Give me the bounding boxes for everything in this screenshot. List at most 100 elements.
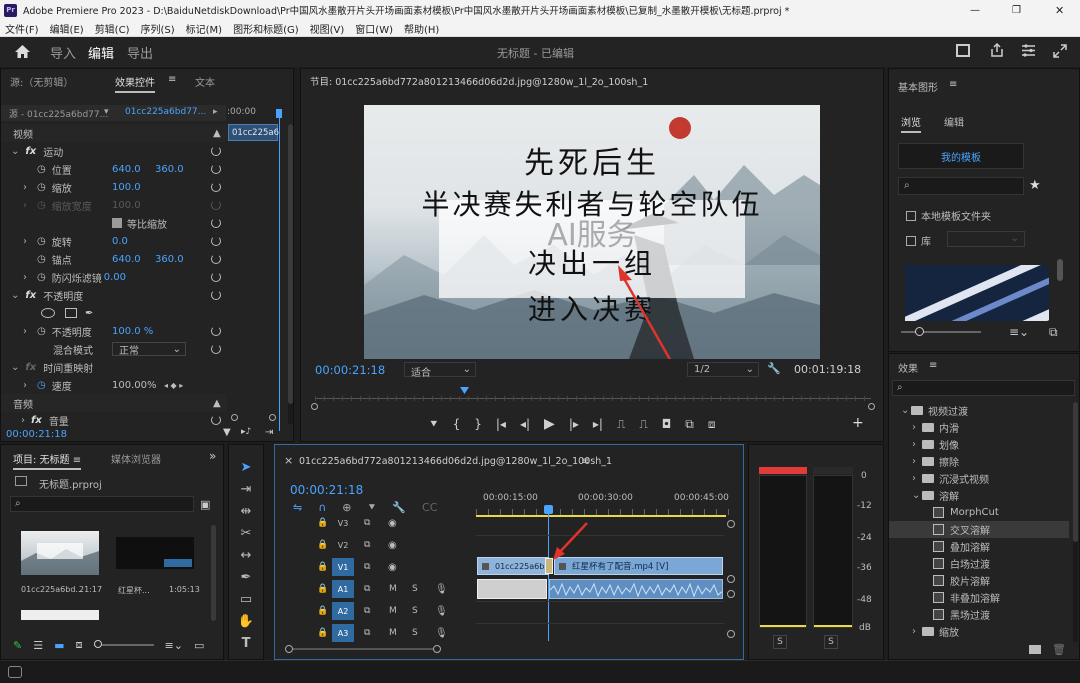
stopwatch-icon[interactable]: ◷ [37,380,46,391]
track-select-tool-icon[interactable]: ⇥ [236,479,256,499]
ec-playhead-handle[interactable] [276,109,282,118]
keyframe-nav-icon[interactable]: ◂ ◆ ▸ [164,381,183,390]
fullscreen-icon[interactable] [1053,44,1067,61]
track-target-v1[interactable]: V1 [332,558,354,576]
workspaces-icon[interactable] [1021,44,1036,60]
effect-item[interactable]: 黑场过渡 [889,606,1069,623]
program-zoom-scrollbar[interactable] [311,403,876,410]
pen-mask-icon[interactable]: ✒ [85,308,93,319]
sequence-tab[interactable]: 01cc225a6bd772a801213466d06d2d.jpg@1280w… [299,456,612,467]
mark-out-icon[interactable]: } [474,417,482,431]
stopwatch-icon[interactable]: ◷ [37,182,46,193]
export-frame-icon[interactable]: ⇥ [265,427,273,438]
uniform-scale-checkbox[interactable] [112,218,122,228]
tab-import[interactable]: 导入 [50,43,76,62]
ec-timecode[interactable]: 00:00:21:18 [6,429,67,440]
effects-folder[interactable]: › 内滑 [889,419,1069,436]
add-button-icon[interactable]: + [852,415,864,431]
close-icon[interactable]: × [284,454,293,467]
my-templates-button[interactable]: 我的模板 [898,143,1024,169]
panel-menu-icon[interactable]: ≡ [949,79,957,90]
chevron-right-icon[interactable]: › [912,422,922,433]
mic-icon[interactable]: 🎙 [435,584,448,595]
new-item-icon[interactable]: ⧉ [1049,325,1058,340]
stopwatch-icon[interactable]: ◷ [37,236,46,247]
maximize-button[interactable]: ❐ [1012,5,1021,16]
chevron-right-icon[interactable]: › [912,626,922,637]
reset-icon[interactable] [211,344,221,354]
mic-icon[interactable]: 🎙 [435,628,448,639]
filter-icon[interactable]: ▼ [223,427,231,438]
menu-sequence[interactable]: 序列(S) [140,21,174,36]
razor-tool-icon[interactable]: ✂ [236,523,256,543]
rotation-value[interactable]: 0.0 [112,236,128,247]
effect-item[interactable]: 非叠加溶解 [889,589,1069,606]
menu-window[interactable]: 窗口(W) [355,21,393,36]
camera-icon[interactable]: ◘ [662,417,672,431]
track-header-a3[interactable]: 🔒 A3 ⧉ M S 🎙 [275,623,475,643]
more-panels-icon[interactable]: » [209,449,216,463]
reset-icon[interactable] [211,326,221,336]
track-header-a2[interactable]: 🔒 A2 ⧉ M S 🎙 [275,601,475,621]
track-header-v2[interactable]: 🔒 V2 ⧉ ◉ [275,535,475,555]
chevron-right-icon[interactable]: › [912,473,922,484]
position-y-value[interactable]: 360.0 [155,164,184,175]
collapse-icon[interactable]: ▲ [213,398,221,409]
new-bin-icon[interactable] [1029,645,1041,654]
find-bin-icon[interactable]: ▣ [200,498,210,511]
play-right-icon[interactable]: ▸ [213,107,218,117]
fit-select[interactable]: 适合 ⌄ [404,362,476,379]
tab-edit-graphics[interactable]: 编辑 [944,114,964,129]
menu-marker[interactable]: 标记(M) [186,21,222,36]
effects-folder[interactable]: › 擦除 [889,453,1069,470]
ripple-edit-tool-icon[interactable]: ⇹ [236,501,256,521]
sync-lock-icon[interactable]: ⧉ [364,606,370,616]
panel-menu-icon[interactable]: ≡ [929,360,937,371]
speed-value[interactable]: 100.00% [112,380,157,391]
solo-left-button[interactable]: S [773,635,787,649]
timeline-vscroll-bottom[interactable] [727,575,735,583]
multicam-icon[interactable]: ⧈ [708,417,716,432]
lock-icon[interactable]: 🔒 [317,518,328,528]
track-header-v1[interactable]: 🔒 V1 ⧉ ◉ [275,557,475,577]
step-forward-icon[interactable]: |▸ [569,417,579,431]
track-header-a1[interactable]: 🔒 A1 ⧉ M S 🎙 [275,579,475,599]
sync-lock-icon[interactable]: ⧉ [364,584,370,594]
program-scrubber[interactable] [315,387,871,403]
home-icon[interactable] [14,44,31,62]
go-to-out-icon[interactable]: ▸| [593,417,603,431]
eye-icon[interactable]: ◉ [388,562,397,573]
reset-icon[interactable] [211,290,221,300]
eg-search-input[interactable]: ⌕ [898,177,1024,195]
new-bin-icon[interactable]: ▭ [194,639,204,652]
v1-clip-image[interactable]: 01cc225a6b [477,557,549,575]
local-folder-checkbox[interactable]: 本地模板文件夹 [906,208,991,223]
effects-folder[interactable]: ⌄ 溶解 [889,487,1069,504]
tab-edit[interactable]: 编辑 [88,43,114,62]
icon-view-icon[interactable]: ▬ [54,639,64,652]
effects-folder[interactable]: › 划像 [889,436,1069,453]
add-marker-icon[interactable]: ⯆ [429,417,439,432]
pen-tool-icon[interactable]: ✒ [236,567,256,587]
resolution-select[interactable]: 1/2 ⌄ [687,362,759,377]
ec-zoom-scrollbar[interactable] [231,414,281,421]
library-checkbox[interactable]: 库 [906,233,931,248]
extract-icon[interactable]: ⎍ [639,417,647,432]
rectangle-mask-icon[interactable] [65,308,77,318]
slip-tool-icon[interactable]: ↔ [236,545,256,565]
tab-text[interactable]: 文本 [195,74,215,89]
template-thumbnail[interactable] [905,265,1049,321]
solo-button[interactable]: S [412,628,418,638]
reset-icon[interactable] [211,164,221,174]
time-remap-row[interactable]: ⌄ fx 时间重映射 [1,358,227,376]
stopwatch-icon[interactable]: ◷ [37,326,46,337]
reset-icon[interactable] [211,254,221,264]
timeline-hscroll[interactable] [285,645,735,653]
tab-project[interactable]: 项目: 无标题 ≡ [13,451,82,470]
menu-help[interactable]: 帮助(H) [404,21,439,36]
sort-icon[interactable]: ≡⌄ [165,639,183,652]
ec-clip-bar[interactable]: 01cc225a6 [228,124,279,141]
motion-row[interactable]: ⌄ fx 运动 [1,142,227,160]
menu-graphics[interactable]: 图形和标题(G) [233,21,299,36]
video-frame[interactable]: 先死后生 半决赛失利者与轮空队伍 决出一组 AI服务 进入决赛 [364,105,820,359]
